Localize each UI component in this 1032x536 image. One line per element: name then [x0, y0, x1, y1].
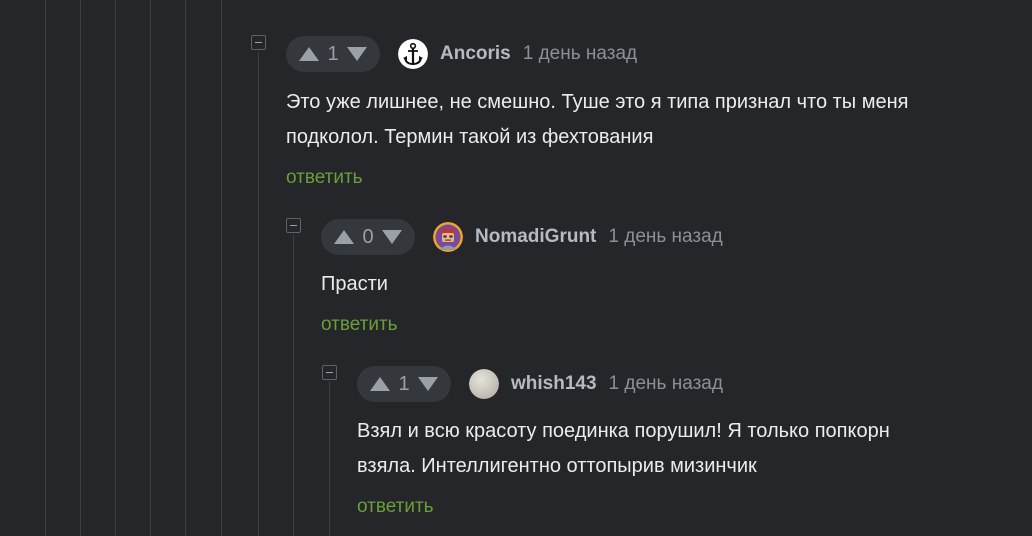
- score: 0: [362, 225, 374, 248]
- thread-line[interactable]: [329, 381, 330, 536]
- comment-header: 1 whish143 1 день назад: [357, 366, 723, 402]
- comment-text-line: Взял и всю красоту поединка порушил! Я т…: [357, 420, 890, 442]
- reply-link[interactable]: ответить: [321, 314, 398, 336]
- thread-line[interactable]: [258, 52, 259, 536]
- anchor-icon: [398, 39, 428, 69]
- thread-line[interactable]: [293, 234, 294, 536]
- score: 1: [398, 372, 410, 395]
- timestamp: 1 день назад: [522, 43, 638, 64]
- thread-line: [80, 0, 81, 536]
- username[interactable]: Ancoris: [440, 43, 511, 65]
- score: 1: [327, 42, 339, 65]
- downvote-button[interactable]: [381, 229, 403, 245]
- collapse-button[interactable]: [322, 365, 337, 380]
- upvote-button[interactable]: [333, 229, 355, 245]
- reply-link[interactable]: ответить: [286, 167, 363, 189]
- comment-header: 1 Ancoris 1 день назад: [286, 36, 637, 72]
- comment-header: 0 NomadiGrunt 1 день назад: [321, 219, 723, 255]
- comment: 1 Ancoris 1 день назад Это уже лишнее, н…: [286, 36, 1026, 196]
- comment-text: Прасти: [321, 267, 388, 302]
- vote-widget: 0: [321, 219, 415, 255]
- username[interactable]: NomadiGrunt: [475, 226, 596, 248]
- timestamp: 1 день назад: [608, 226, 723, 247]
- comment-text-line: подколол. Термин такой из фехтования: [286, 126, 654, 148]
- avatar[interactable]: [433, 222, 463, 252]
- comment: 0 NomadiGrunt 1 день назад Прасти ответи…: [321, 219, 1021, 349]
- comment-text-line: Прасти: [321, 273, 388, 295]
- thread-line: [45, 0, 46, 536]
- comment-text-line: Это уже лишнее, не смешно. Туше это я ти…: [286, 91, 909, 113]
- avatar[interactable]: [398, 39, 428, 69]
- upvote-button[interactable]: [369, 376, 391, 392]
- arrow-up-icon: [334, 230, 354, 244]
- collapse-button[interactable]: [286, 218, 301, 233]
- vote-widget: 1: [286, 36, 380, 72]
- avatar[interactable]: [469, 369, 499, 399]
- thread-line: [221, 0, 222, 536]
- thread-line: [115, 0, 116, 536]
- thread-line: [185, 0, 186, 536]
- arrow-down-icon: [418, 377, 438, 391]
- thread-line: [150, 0, 151, 536]
- downvote-button[interactable]: [346, 46, 368, 62]
- collapse-button[interactable]: [251, 35, 266, 50]
- arrow-down-icon: [382, 230, 402, 244]
- comment-text-line: взяла. Интеллигентно оттопырив мизинчик: [357, 455, 757, 477]
- arrow-up-icon: [299, 47, 319, 61]
- default-avatar-icon: [469, 369, 499, 399]
- downvote-button[interactable]: [417, 376, 439, 392]
- comment-text: Взял и всю красоту поединка порушил! Я т…: [357, 414, 890, 484]
- arrow-down-icon: [347, 47, 367, 61]
- timestamp: 1 день назад: [608, 373, 723, 394]
- reply-link[interactable]: ответить: [357, 496, 434, 518]
- upvote-button[interactable]: [298, 46, 320, 62]
- comment-text: Это уже лишнее, не смешно. Туше это я ти…: [286, 85, 908, 155]
- comment: 1 whish143 1 день назад Взял и всю красо…: [357, 366, 1027, 526]
- arrow-up-icon: [370, 377, 390, 391]
- username[interactable]: whish143: [511, 373, 597, 395]
- robot-avatar-icon: [433, 222, 463, 252]
- vote-widget: 1: [357, 366, 451, 402]
